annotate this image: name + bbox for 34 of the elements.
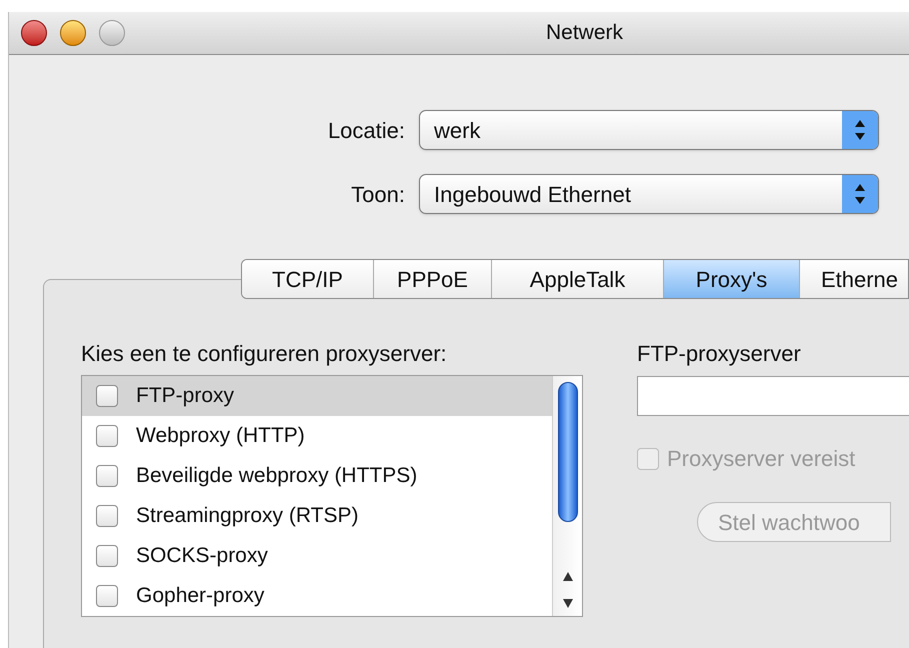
tab[interactable]: TCP/IP xyxy=(242,260,374,298)
zoom-button[interactable] xyxy=(99,20,125,46)
scroll-up-icon[interactable] xyxy=(562,572,572,581)
popup-button[interactable]: Ingebouwd Ethernet xyxy=(419,174,879,214)
proxy-label: Beveiligde webproxy (HTTPS) xyxy=(136,463,418,490)
minimize-button[interactable] xyxy=(60,20,86,46)
scroll-down-icon[interactable] xyxy=(562,599,572,608)
proxy-label: Webproxy (HTTP) xyxy=(136,423,305,450)
server-field[interactable] xyxy=(637,376,909,416)
checkbox[interactable] xyxy=(96,385,118,407)
checkbox[interactable] xyxy=(96,505,118,527)
list-heading: Kies een te configureren proxyserver: xyxy=(81,340,448,368)
close-button[interactable] xyxy=(21,20,47,46)
checkbox[interactable] xyxy=(96,545,118,567)
proxy-label: Gopher-proxy xyxy=(136,583,264,610)
tab[interactable]: AppleTalk xyxy=(492,260,664,298)
proxy-list-item[interactable]: FTP-proxy xyxy=(82,376,552,416)
updown-arrows-icon xyxy=(842,175,878,213)
checkbox-label: Proxyserver vereist xyxy=(667,445,856,473)
popup-label: Locatie: xyxy=(326,116,406,144)
tab[interactable]: Proxy's xyxy=(664,260,800,298)
checkbox[interactable] xyxy=(96,425,118,447)
scroll-thumb[interactable] xyxy=(558,382,578,522)
popup-label: Toon: xyxy=(350,180,406,208)
checkbox[interactable] xyxy=(96,585,118,607)
updown-arrows-icon xyxy=(842,111,878,149)
checkbox[interactable] xyxy=(96,465,118,487)
proxy-label: SOCKS-proxy xyxy=(136,543,268,570)
tab[interactable]: PPPoE xyxy=(374,260,492,298)
popup-button[interactable]: werk xyxy=(419,110,879,150)
window-title: Netwerk xyxy=(546,20,624,46)
proxy-label: FTP-proxy xyxy=(136,383,234,410)
proxy-label: Streamingproxy (RTSP) xyxy=(136,503,359,530)
server-heading: FTP-proxyserver xyxy=(637,340,802,368)
